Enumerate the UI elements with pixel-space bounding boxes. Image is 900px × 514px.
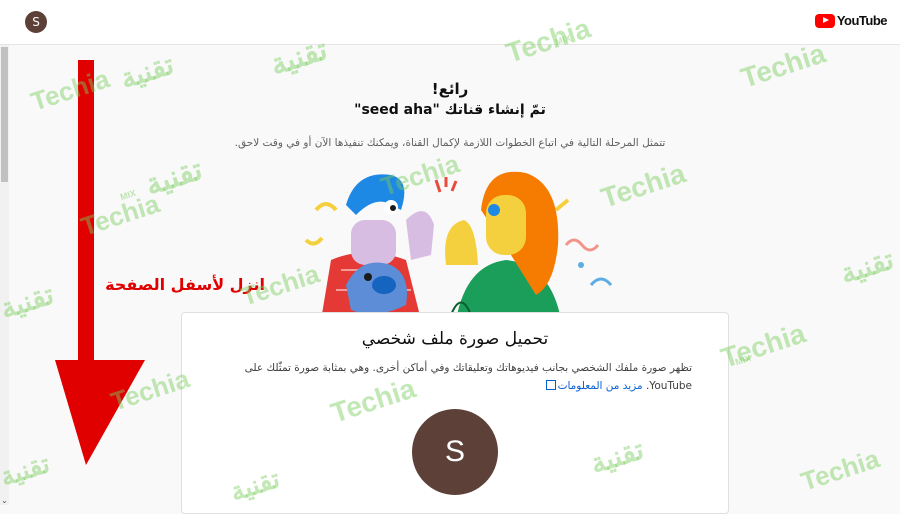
top-bar: S YouTube bbox=[0, 0, 900, 45]
profile-picture-card: تحميل صورة ملف شخصي تظهر صورة ملفك الشخص… bbox=[181, 312, 729, 514]
profile-picture-placeholder[interactable]: S bbox=[412, 409, 498, 495]
watermark-arabic: تقنية bbox=[141, 152, 207, 203]
learn-more-link[interactable]: مزيد من المعلومات bbox=[545, 380, 643, 392]
account-avatar[interactable]: S bbox=[25, 11, 47, 33]
celebration-illustration bbox=[304, 171, 613, 320]
card-title: تحميل صورة ملف شخصي bbox=[361, 329, 549, 349]
scroll-down-arrow-annotation bbox=[55, 60, 145, 465]
youtube-logo[interactable]: YouTube bbox=[814, 13, 888, 28]
scroll-down-icon[interactable]: ⌄ bbox=[0, 496, 9, 505]
watermark-latin: Techia bbox=[797, 443, 883, 497]
external-link-icon bbox=[545, 380, 556, 390]
youtube-logo-text: YouTube bbox=[836, 13, 888, 28]
youtube-play-icon bbox=[814, 13, 835, 28]
watermark-mix: MIX bbox=[733, 352, 753, 368]
learn-more-label: مزيد من المعلومات bbox=[557, 380, 643, 392]
watermark-arabic: تقنية bbox=[836, 243, 898, 290]
scroll-instruction-text: انزل لأسفل الصفحة bbox=[105, 275, 265, 294]
watermark-latin: Techia bbox=[717, 317, 810, 374]
card-description: تظهر صورة ملفك الشخصي بجانب فيديوهاتك وت… bbox=[222, 359, 692, 395]
